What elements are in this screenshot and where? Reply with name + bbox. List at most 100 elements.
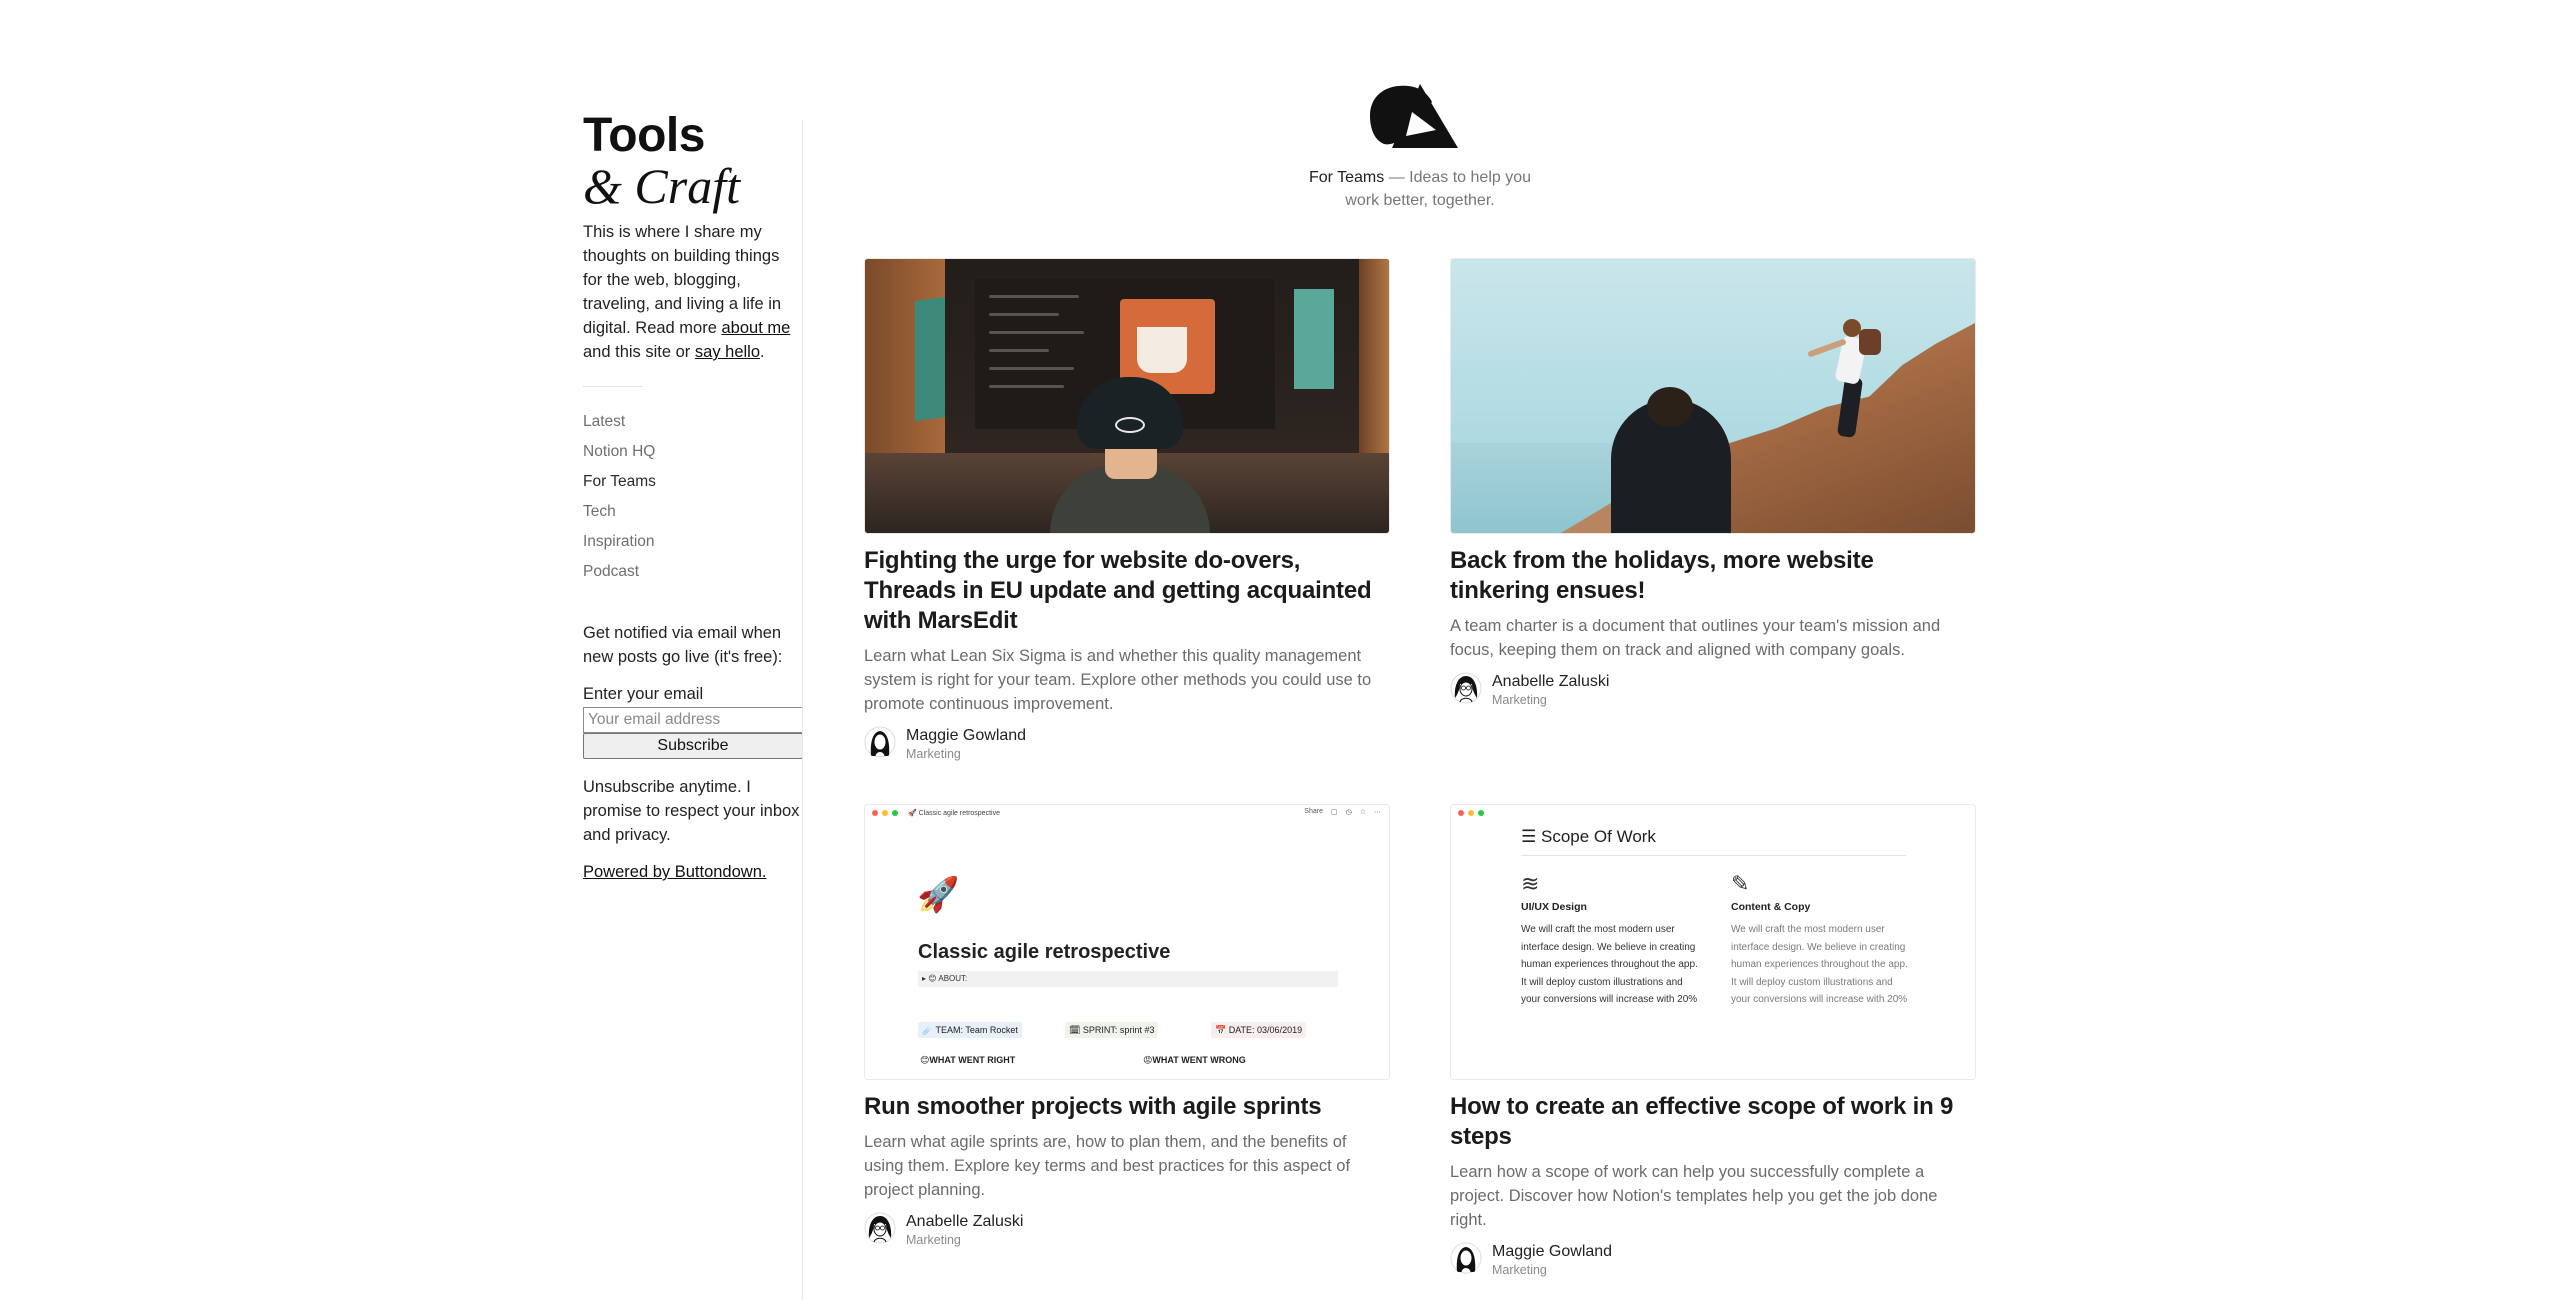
layers-icon: ≋ <box>1521 871 1540 896</box>
clock-icon: ◷ <box>1345 809 1352 816</box>
menu-line <box>989 331 1084 334</box>
menu-line <box>989 349 1049 352</box>
thumb-sprint-tag: 🗓 SPRINT: sprint #3 <box>1065 1022 1159 1038</box>
menu-line <box>989 385 1064 388</box>
thumb-window-bar <box>1451 805 1975 821</box>
post-title[interactable]: How to create an effective scope of work… <box>1450 1092 1976 1152</box>
site-subtitle[interactable]: & Craft <box>583 160 803 212</box>
post-description: Learn what Lean Six Sigma is and whether… <box>864 647 1372 713</box>
email-label: Enter your email <box>583 685 704 703</box>
window-zoom-dot <box>1478 810 1484 816</box>
menu-line <box>989 313 1059 316</box>
thumb-about-toggle: ▸ 😊 ABOUT: <box>918 971 1338 987</box>
document-icon: ☰ <box>1521 827 1537 846</box>
thumb-cap-logo <box>1115 417 1145 433</box>
thumb-went-right: 😊WHAT WENT RIGHT <box>920 1055 1016 1065</box>
author-name[interactable]: Anabelle Zaluski <box>906 1212 1023 1232</box>
window-zoom-dot <box>892 810 898 816</box>
author-meta: Maggie Gowland Marketing <box>906 726 1026 762</box>
post-title[interactable]: Run smoother projects with agile sprints <box>864 1092 1390 1122</box>
thumb-window-actions: Share ▢ ◷ ☆ ⋯ <box>1304 808 1381 816</box>
intro-text: This is where I share my thoughts on bui… <box>583 220 803 364</box>
post-author: Maggie Gowland Marketing <box>1450 1242 1976 1278</box>
avatar-icon <box>864 726 896 758</box>
thumb-person-jumping-bag <box>1859 329 1881 355</box>
post-author: Maggie Gowland Marketing <box>864 726 1390 762</box>
author-meta: Anabelle Zaluski Marketing <box>1492 672 1609 708</box>
thumb-column-content: ✎ Content & Copy We will craft the most … <box>1731 871 1911 1009</box>
sidebar: Tools & Craft This is where I share my t… <box>583 110 803 882</box>
nav-item-for-teams[interactable]: For Teams <box>583 467 803 497</box>
avatar-icon <box>1450 672 1482 704</box>
powered-by-link[interactable]: Powered by Buttondown. <box>583 863 766 882</box>
post-description: Learn how a scope of work can help you s… <box>1450 1163 1938 1229</box>
nav-item-inspiration[interactable]: Inspiration <box>583 527 803 557</box>
post-title[interactable]: Fighting the urge for website do-overs, … <box>864 546 1390 636</box>
nav-item-notion-hq[interactable]: Notion HQ <box>583 437 803 467</box>
unsubscribe-note: Unsubscribe anytime. I promise to respec… <box>583 778 800 844</box>
page: Tools & Craft This is where I share my t… <box>0 0 2560 1300</box>
nav-item-podcast[interactable]: Podcast <box>583 557 803 587</box>
brand-logo-icon[interactable] <box>1362 80 1462 152</box>
thumb-column-body: We will craft the most modern user inter… <box>1731 924 1908 1005</box>
sidebar-border <box>802 120 803 1300</box>
post-author: Anabelle Zaluski Marketing <box>864 1212 1390 1248</box>
rocket-icon: 🚀 <box>917 876 960 914</box>
post-card[interactable]: ☰ Scope Of Work ≋ UI/UX Design We will c… <box>1450 804 1976 1278</box>
comment-icon: ▢ <box>1330 809 1338 816</box>
thumb-title-rule <box>1521 855 1906 856</box>
category-nav: Latest Notion HQ For Teams Tech Inspirat… <box>583 407 803 587</box>
author-name[interactable]: Maggie Gowland <box>1492 1242 1612 1262</box>
thumb-doc-title: ☰ Scope Of Work <box>1521 827 1656 847</box>
post-description: Learn what agile sprints are, how to pla… <box>864 1133 1351 1199</box>
about-me-link[interactable]: about me <box>722 319 791 337</box>
window-close-dot <box>1458 810 1464 816</box>
thumb-person-jumping-head <box>1843 319 1861 337</box>
site-title[interactable]: Tools <box>583 110 803 162</box>
more-icon: ⋯ <box>1374 809 1381 816</box>
author-role: Marketing <box>906 747 961 761</box>
post-card[interactable]: Fighting the urge for website do-overs, … <box>864 258 1390 762</box>
author-name[interactable]: Anabelle Zaluski <box>1492 672 1609 692</box>
newsletter-prompt: Get notified via email when new posts go… <box>583 624 783 666</box>
section-name: For Teams <box>1308 169 1385 186</box>
post-author: Anabelle Zaluski Marketing <box>1450 672 1976 708</box>
author-role: Marketing <box>1492 693 1547 707</box>
post-card[interactable]: 🚀 Classic agile retrospective Share ▢ ◷ … <box>864 804 1390 1248</box>
menu-line <box>989 295 1079 298</box>
thumb-sign-right <box>1294 289 1334 389</box>
pencil-icon: ✎ <box>1731 871 1750 896</box>
say-hello-link[interactable]: say hello <box>695 343 760 361</box>
thumb-team-tag: ☄️ TEAM: Team Rocket <box>918 1022 1022 1038</box>
thumb-window-title: 🚀 Classic agile retrospective <box>908 810 1000 817</box>
thumb-person-sitting-head <box>1647 387 1693 427</box>
thumb-doc-title: Classic agile retrospective <box>918 941 1171 963</box>
post-title[interactable]: Back from the holidays, more website tin… <box>1450 546 1976 606</box>
email-input[interactable] <box>583 707 803 733</box>
thumb-date-tag: 📅 DATE: 03/06/2019 <box>1211 1022 1307 1038</box>
subscribe-button[interactable]: Subscribe <box>583 733 803 759</box>
thumb-share-label: Share <box>1304 808 1323 815</box>
menu-line <box>989 367 1074 370</box>
author-meta: Maggie Gowland Marketing <box>1492 1242 1612 1278</box>
window-close-dot <box>872 810 878 816</box>
nav-item-latest[interactable]: Latest <box>583 407 803 437</box>
nav-item-tech[interactable]: Tech <box>583 497 803 527</box>
thumb-doc-title-text: Scope Of Work <box>1540 827 1656 846</box>
thumb-column-design: ≋ UI/UX Design We will craft the most mo… <box>1521 871 1701 1009</box>
intro-end: . <box>760 343 765 361</box>
thumb-column-body: We will craft the most modern user inter… <box>1521 924 1698 1005</box>
star-icon: ☆ <box>1359 809 1366 816</box>
author-name[interactable]: Maggie Gowland <box>906 726 1026 746</box>
post-thumbnail[interactable]: ☰ Scope Of Work ≋ UI/UX Design We will c… <box>1450 804 1976 1080</box>
post-thumbnail[interactable] <box>1450 258 1976 534</box>
intro-middle: and this site or <box>583 343 695 361</box>
window-minimize-dot <box>1468 810 1474 816</box>
thumb-column-heading: UI/UX Design <box>1521 901 1587 913</box>
post-thumbnail[interactable]: 🚀 Classic agile retrospective Share ▢ ◷ … <box>864 804 1390 1080</box>
avatar-icon <box>1450 1242 1482 1274</box>
post-thumbnail[interactable] <box>864 258 1390 534</box>
author-role: Marketing <box>906 1233 961 1247</box>
sidebar-divider <box>583 386 643 387</box>
post-card[interactable]: Back from the holidays, more website tin… <box>1450 258 1976 708</box>
